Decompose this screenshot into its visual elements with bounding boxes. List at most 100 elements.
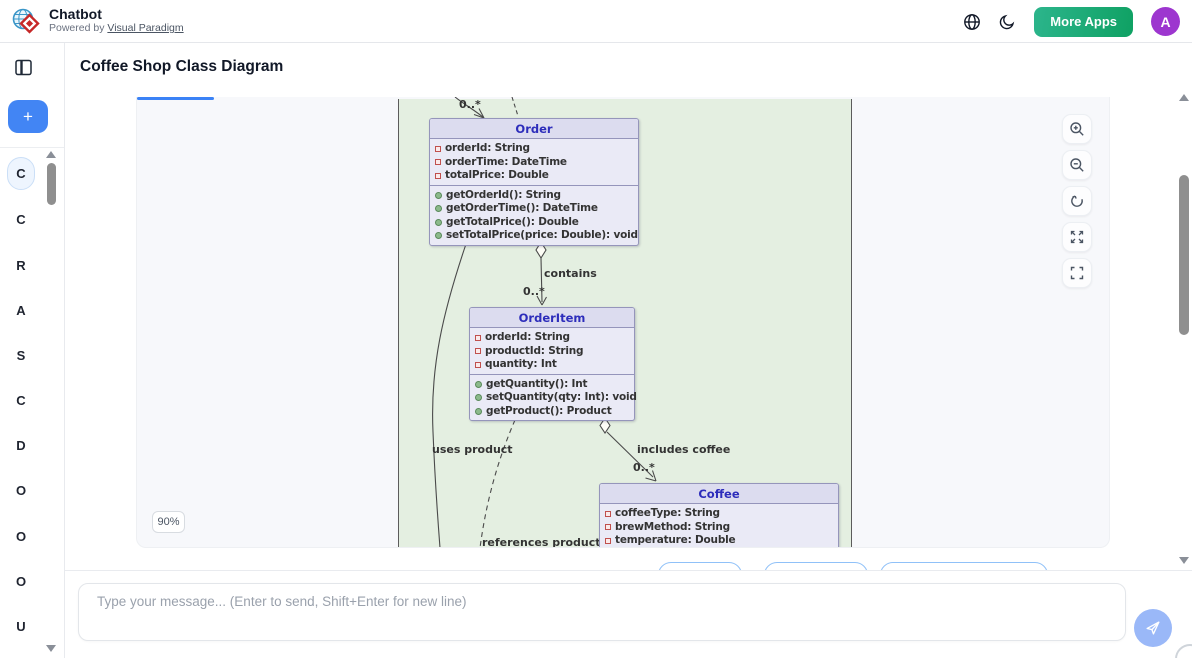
method-icon [475,381,482,388]
class-title: Coffee [600,484,838,504]
edge-label-uses-product: uses product [432,443,513,456]
attribute: totalPrice: Double [445,169,549,183]
fullscreen-button[interactable] [1062,258,1092,288]
zoom-out-button[interactable] [1062,150,1092,180]
method: setQuantity(qty: Int): void [486,391,637,405]
attribute-icon [605,511,611,517]
attribute: orderTime: DateTime [445,156,567,170]
panel-toggle-icon [15,59,32,76]
attribute-icon [435,146,441,152]
scroll-down-arrow-icon[interactable] [1179,557,1189,564]
multiplicity-label: 0..* [459,98,481,111]
multiplicity-label: 0..* [633,461,655,474]
language-globe-button[interactable] [963,13,981,31]
sidebar-item-7[interactable]: O [6,475,36,505]
attribute: brewMethod: String [615,521,730,535]
edge-label-contains: contains [544,267,597,280]
attribute: quantity: Int [485,358,557,372]
sidebar-toggle-button[interactable] [15,59,32,76]
method-icon [435,232,442,239]
attribute: productId: String [485,345,583,359]
page-title: Coffee Shop Class Diagram [80,58,283,76]
scroll-up-arrow-icon[interactable] [1179,94,1189,101]
zoom-in-button[interactable] [1062,114,1092,144]
attribute-icon [605,524,611,530]
send-button[interactable] [1134,609,1172,647]
visual-paradigm-link[interactable]: Visual Paradigm [107,22,183,34]
brand-text: Chatbot Powered by Visual Paradigm [49,7,184,35]
method: getTotalPrice(): Double [446,216,579,230]
method-icon [435,205,442,212]
sidebar-item-10[interactable]: U [6,611,36,641]
attribute: temperature: Double [615,534,735,548]
sidebar-item-2[interactable]: R [6,250,36,280]
method: setTotalPrice(price: Double): void [446,229,638,243]
attribute: orderId: String [485,331,570,345]
attribute: coffeeType: String [615,507,720,521]
method: getOrderId(): String [446,189,561,203]
method-icon [475,408,482,415]
scroll-down-arrow-icon[interactable] [46,645,56,652]
viewer-controls [1062,114,1092,288]
message-input[interactable] [78,583,1126,641]
reset-view-button[interactable] [1062,186,1092,216]
new-chat-button[interactable]: + [8,100,48,133]
sidebar-item-6[interactable]: D [6,430,36,460]
attribute-icon [475,362,481,368]
attribute-icon [435,159,441,165]
uml-class-coffee: Coffee coffeeType: String brewMethod: St… [599,483,839,548]
method-icon [435,192,442,199]
expand-arrows-icon [1069,229,1085,245]
brand: Chatbot Powered by Visual Paradigm [12,7,184,35]
zoom-out-icon [1069,157,1085,173]
method-icon [435,219,442,226]
method-icon [475,394,482,401]
zoom-level-badge: 90% [152,511,185,533]
method: getProduct(): Product [486,405,612,419]
powered-by: Powered by Visual Paradigm [49,22,184,35]
more-apps-button[interactable]: More Apps [1034,7,1133,37]
sidebar-item-9[interactable]: O [6,566,36,596]
attribute: orderId: String [445,142,530,156]
sidebar-item-0[interactable]: C [7,157,35,190]
top-navbar: Chatbot Powered by Visual Paradigm [0,0,1192,43]
dark-mode-button[interactable] [999,13,1016,30]
avatar[interactable]: A [1151,7,1180,36]
sidebar-item-4[interactable]: S [6,340,36,370]
chat-footer [0,570,1192,658]
sidebar-item-5[interactable]: C [6,385,36,415]
multiplicity-label: 0..* [523,285,545,298]
class-title: OrderItem [470,308,634,328]
expand-button[interactable] [1062,222,1092,252]
attribute-icon [435,173,441,179]
app-title: Chatbot [49,7,184,22]
moon-icon [999,13,1016,30]
reset-rotate-icon [1069,193,1085,209]
attribute-icon [475,335,481,341]
visual-paradigm-logo-icon [12,7,40,35]
sidebar: + C C R A S C D O O O U [0,43,65,658]
method: getQuantity(): Int [486,378,587,392]
uml-class-orderitem: OrderItem orderId: String productId: Str… [469,307,635,421]
sidebar-scrollbar[interactable] [46,151,58,656]
method: getOrderTime(): DateTime [446,202,598,216]
zoom-in-icon [1069,121,1085,137]
globe-icon [963,13,981,31]
sidebar-item-3[interactable]: A [6,295,36,325]
attribute-icon [605,538,611,544]
page-scrollbar-thumb[interactable] [1179,175,1189,335]
diagram-viewer: 0..* contains 0..* uses product includes… [136,97,1110,548]
sidebar-scrollbar-thumb[interactable] [47,163,56,205]
class-title: Order [430,119,638,139]
scroll-up-arrow-icon[interactable] [46,151,56,158]
uml-class-order: Order orderId: String orderTime: DateTim… [429,118,639,246]
send-paper-plane-icon [1144,619,1162,637]
sidebar-divider [0,147,64,148]
edge-label-references-product: references product [482,536,601,548]
sidebar-item-8[interactable]: O [6,521,36,551]
sidebar-item-1[interactable]: C [6,204,36,234]
page-scrollbar[interactable] [1177,90,1191,570]
active-tab-indicator [137,97,214,100]
navbar-actions: More Apps A [963,0,1180,43]
edge-label-includes-coffee: includes coffee [637,443,730,456]
